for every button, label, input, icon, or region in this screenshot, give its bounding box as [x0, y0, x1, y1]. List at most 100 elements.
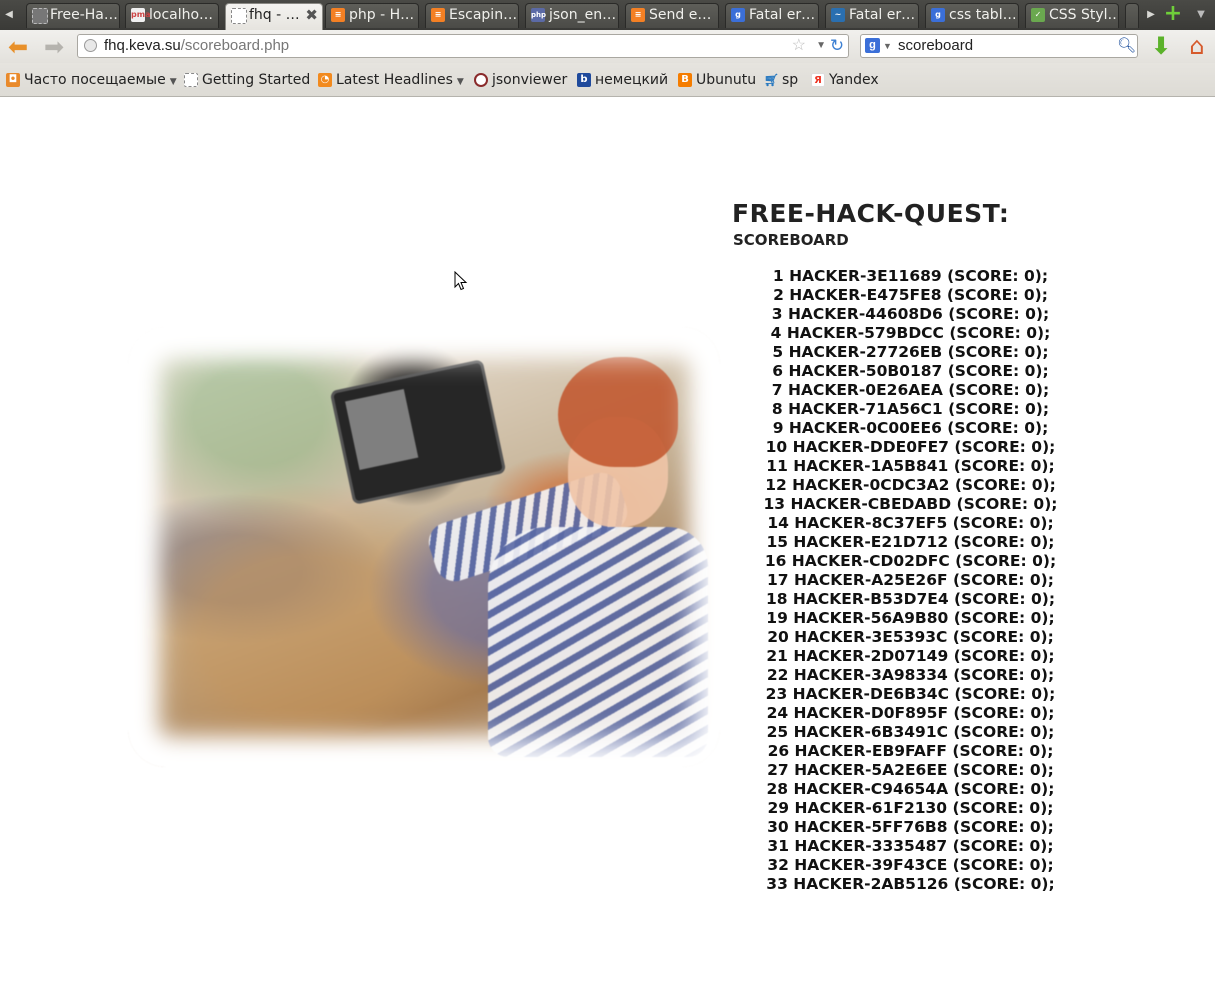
search-icon[interactable]: 🔍︎	[1117, 37, 1136, 54]
b-icon: b	[577, 73, 591, 87]
scoreboard-row: 30 hacker-5ff76b8 (score: 0);	[767, 818, 1054, 836]
bookmark-label: немецкий	[595, 72, 669, 88]
tab-json-encode[interactable]: php json_en…	[525, 3, 619, 28]
google-icon: g	[931, 8, 945, 22]
tab-localhost[interactable]: pma localho…	[125, 3, 219, 28]
tab-list-menu-icon[interactable]: ▼	[1193, 0, 1209, 30]
page-content: Free-Hack-Quest: Scoreboard 1 hacker-3e1…	[0, 97, 1215, 1000]
cart-icon: 🛒︎	[764, 73, 780, 87]
rss-icon: ◔	[318, 73, 332, 87]
google-search-engine-icon[interactable]: g	[865, 38, 880, 53]
scoreboard-row: 9 hacker-0c00ee6 (score: 0);	[772, 419, 1049, 437]
scoreboard-row: 4 hacker-579bdcc (score: 0);	[770, 324, 1051, 342]
tab-fatal-error-1[interactable]: g Fatal er…	[725, 3, 819, 28]
bookmark-getting-started[interactable]: Getting Started	[184, 71, 310, 89]
bookmark-german[interactable]: b немецкий	[577, 71, 668, 89]
bookmark-label: Yandex	[829, 72, 879, 88]
bookmarks-toolbar: ◘ Часто посещаемые ▼ Getting Started ◔ La…	[0, 63, 1215, 97]
close-tab-icon[interactable]: ✖	[305, 4, 318, 27]
navigation-toolbar: ⬅ ➡ fhq.keva.su/scoreboard.php ☆ ▼ ↻ g ▼…	[0, 30, 1215, 63]
mouse-cursor-icon	[454, 271, 468, 291]
tab-scroll-right-icon[interactable]: ▶	[1142, 0, 1160, 30]
yandex-icon: Я	[811, 73, 825, 87]
bookmark-latest-headlines[interactable]: ◔ Latest Headlines ▼	[318, 71, 464, 89]
tab-label: php - H…	[349, 7, 415, 23]
page-subtitle: Scoreboard	[733, 231, 849, 249]
scoreboard-row: 3 hacker-44608d6 (score: 0);	[771, 305, 1050, 323]
scoreboard-row: 10 hacker-dde0fe7 (score: 0);	[765, 438, 1056, 456]
blogger-icon: B	[678, 73, 692, 87]
search-engine-dropdown-icon[interactable]: ▼	[883, 35, 892, 57]
scoreboard-row: 32 hacker-39f43ce (score: 0);	[767, 856, 1054, 874]
scoreboard-row: 24 hacker-d0f895f (score: 0);	[766, 704, 1055, 722]
scoreboard-row: 7 hacker-0e26aea (score: 0);	[771, 381, 1050, 399]
tab-css-style[interactable]: ✓ CSS Styl…	[1025, 3, 1119, 28]
url-host: fhq.keva.su	[104, 37, 181, 54]
tab-label: css tabl…	[949, 7, 1017, 23]
bookmark-ubuntu[interactable]: B Ubunutu	[678, 71, 756, 89]
scoreboard-row: 11 hacker-1a5b841 (score: 0);	[766, 457, 1055, 475]
stackoverflow-icon: ≡	[331, 8, 345, 22]
scoreboard-row: 1 hacker-3e11689 (score: 0);	[772, 267, 1049, 285]
url-history-dropdown-icon[interactable]: ▼	[816, 35, 826, 57]
page-icon	[184, 73, 198, 87]
tab-free-hack-quest[interactable]: Free-Ha…	[26, 3, 120, 28]
url-path: /scoreboard.php	[180, 37, 290, 54]
scoreboard-row: 16 hacker-cd02dfc (score: 0);	[764, 552, 1057, 570]
google-icon: g	[731, 8, 745, 22]
bookmark-label: Часто посещаемые	[24, 72, 166, 88]
scoreboard-row: 17 hacker-a25e26f (score: 0);	[767, 571, 1054, 589]
scoreboard-row: 2 hacker-e475fe8 (score: 0);	[773, 286, 1048, 304]
w3-icon: ✓	[1031, 8, 1045, 22]
tab-scroll-left-icon[interactable]: ◀	[0, 0, 18, 30]
scoreboard-row: 20 hacker-3e5393c (score: 0);	[767, 628, 1054, 646]
tab-css-table[interactable]: g css tabl…	[925, 3, 1019, 28]
bookmark-label: Ubunutu	[696, 72, 757, 88]
jsonviewer-icon	[474, 73, 488, 87]
downloads-icon[interactable]: ⬇	[1149, 33, 1173, 59]
search-bar[interactable]: g ▼ scoreboard 🔍︎	[860, 34, 1138, 58]
scoreboard-row: 21 hacker-2d07149 (score: 0);	[766, 647, 1055, 665]
bookmark-yandex[interactable]: Я Yandex	[811, 71, 879, 89]
tab-label: fhq - …	[249, 7, 300, 23]
tab-php[interactable]: ≡ php - H…	[325, 3, 419, 28]
scoreboard-row: 23 hacker-de6b34c (score: 0);	[765, 685, 1056, 703]
stackoverflow-icon: ≡	[431, 8, 445, 22]
scoreboard-row: 29 hacker-61f2130 (score: 0);	[767, 799, 1054, 817]
tab-fatal-error-2[interactable]: ~ Fatal er…	[825, 3, 919, 28]
site-identity-icon[interactable]	[84, 39, 97, 52]
php-icon: php	[531, 8, 546, 22]
bookmark-star-icon[interactable]: ☆	[792, 35, 806, 57]
scoreboard-row: 8 hacker-71a56c1 (score: 0);	[771, 400, 1050, 418]
tab-overflow[interactable]	[1125, 3, 1139, 28]
rss-folder-icon: ◘	[6, 73, 20, 87]
forward-button[interactable]: ➡	[40, 33, 68, 61]
scoreboard-row: 15 hacker-e21d712 (score: 0);	[766, 533, 1055, 551]
tab-fhq[interactable]: fhq - … ✖	[225, 3, 323, 30]
search-input-value[interactable]: scoreboard	[898, 37, 973, 54]
scoreboard-row: 26 hacker-eb9faff (score: 0);	[767, 742, 1054, 760]
stackoverflow-icon: ≡	[631, 8, 645, 22]
tab-label: Send e…	[649, 7, 712, 23]
tab-escaping[interactable]: ≡ Escapin…	[425, 3, 519, 28]
scoreboard-row: 31 hacker-3335487 (score: 0);	[767, 837, 1054, 855]
pma-icon: pma	[131, 8, 150, 22]
bookmark-jsonviewer[interactable]: jsonviewer	[474, 71, 567, 89]
tab-label: Fatal er…	[849, 7, 916, 23]
bookmark-label: Latest Headlines	[336, 72, 453, 88]
reload-button[interactable]: ↻	[828, 36, 846, 56]
new-tab-icon[interactable]: +	[1163, 3, 1183, 25]
bookmark-sp[interactable]: 🛒︎ sp	[764, 71, 798, 89]
bird-icon: ~	[831, 8, 845, 22]
tab-label: Free-Ha…	[50, 7, 118, 23]
tab-send-email[interactable]: ≡ Send e…	[625, 3, 719, 28]
hacker-photo	[128, 327, 720, 767]
scoreboard-row: 12 hacker-0cdc3a2 (score: 0);	[765, 476, 1056, 494]
bookmark-most-visited[interactable]: ◘ Часто посещаемые ▼	[6, 71, 177, 89]
scoreboard-list: 1 hacker-3e11689 (score: 0); 2 hacker-e47…	[733, 267, 1088, 894]
chevron-down-icon: ▼	[169, 77, 177, 87]
bookmark-label: Getting Started	[202, 72, 311, 88]
back-button[interactable]: ⬅	[4, 33, 32, 61]
url-bar[interactable]: fhq.keva.su/scoreboard.php ☆ ▼ ↻	[77, 34, 849, 58]
home-icon[interactable]: ⌂	[1183, 33, 1211, 59]
